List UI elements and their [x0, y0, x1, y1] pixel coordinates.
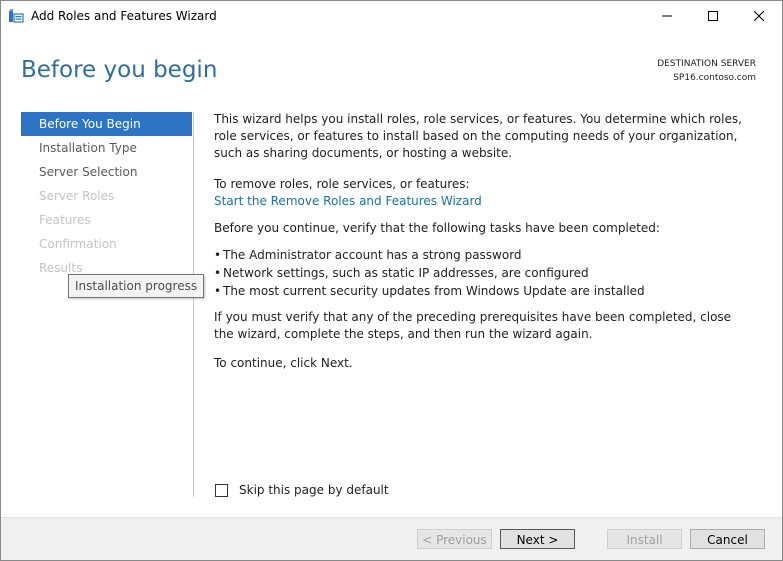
- nav-item-confirmation: Confirmation: [39, 237, 117, 251]
- maximize-button[interactable]: [690, 1, 736, 31]
- page-title: Before you begin: [21, 57, 218, 83]
- server-manager-icon: [8, 8, 24, 24]
- wizard-nav: Before You Begin Installation Type Serve…: [21, 112, 192, 280]
- minimize-button[interactable]: [644, 1, 690, 31]
- list-item-text: The most current security updates from W…: [223, 284, 645, 298]
- list-item: • Network settings, such as static IP add…: [214, 266, 589, 280]
- list-item-text: The Administrator account has a strong p…: [223, 248, 522, 262]
- install-button[interactable]: Install: [607, 529, 682, 549]
- nav-item-server-selection[interactable]: Server Selection: [21, 160, 192, 184]
- cancel-button[interactable]: Cancel: [690, 529, 765, 549]
- maximize-icon: [708, 11, 718, 21]
- minimize-icon: [662, 11, 672, 21]
- remove-section: To remove roles, role services, or featu…: [214, 176, 482, 210]
- list-item-text: Network settings, such as static IP addr…: [223, 266, 589, 280]
- nav-divider: [193, 112, 194, 497]
- footer-bar: < Previous Next > Install Cancel: [1, 517, 782, 560]
- continue-text: To continue, click Next.: [214, 356, 353, 370]
- skip-page-option[interactable]: Skip this page by default: [215, 483, 389, 497]
- skip-page-label[interactable]: Skip this page by default: [239, 483, 389, 497]
- next-button[interactable]: Next >: [500, 529, 575, 549]
- nav-item-features: Features: [39, 213, 91, 227]
- destination-label: DESTINATION SERVER: [657, 59, 756, 69]
- list-item: • The most current security updates from …: [214, 284, 645, 298]
- list-item: • The Administrator account has a strong …: [214, 248, 522, 262]
- must-verify-text: If you must verify that any of the prece…: [214, 310, 732, 341]
- remove-label: To remove roles, role services, or featu…: [214, 177, 470, 191]
- previous-button[interactable]: < Previous: [417, 529, 492, 549]
- verify-text: Before you continue, verify that the fol…: [214, 221, 660, 235]
- intro-text: This wizard helps you install roles, rol…: [214, 112, 742, 160]
- prerequisites-list: • The Administrator account has a strong …: [214, 246, 645, 300]
- nav-item-installation-type[interactable]: Installation Type: [21, 136, 192, 160]
- title-bar[interactable]: Add Roles and Features Wizard: [1, 1, 782, 31]
- destination-server-name: SP16.contoso.com: [673, 73, 756, 83]
- remove-wizard-link[interactable]: Start the Remove Roles and Features Wiza…: [214, 193, 482, 210]
- close-icon: [754, 11, 764, 21]
- skip-page-checkbox[interactable]: [215, 483, 228, 497]
- nav-item-before-you-begin[interactable]: Before You Begin: [21, 112, 192, 136]
- nav-item-server-roles: Server Roles: [39, 189, 115, 203]
- destination-server-info: DESTINATION SERVER SP16.contoso.com: [657, 57, 756, 85]
- close-button[interactable]: [736, 1, 782, 31]
- tooltip: Installation progress: [68, 274, 205, 298]
- wizard-window: Add Roles and Features Wizard Before you…: [0, 0, 783, 561]
- window-title: Add Roles and Features Wizard: [31, 9, 217, 23]
